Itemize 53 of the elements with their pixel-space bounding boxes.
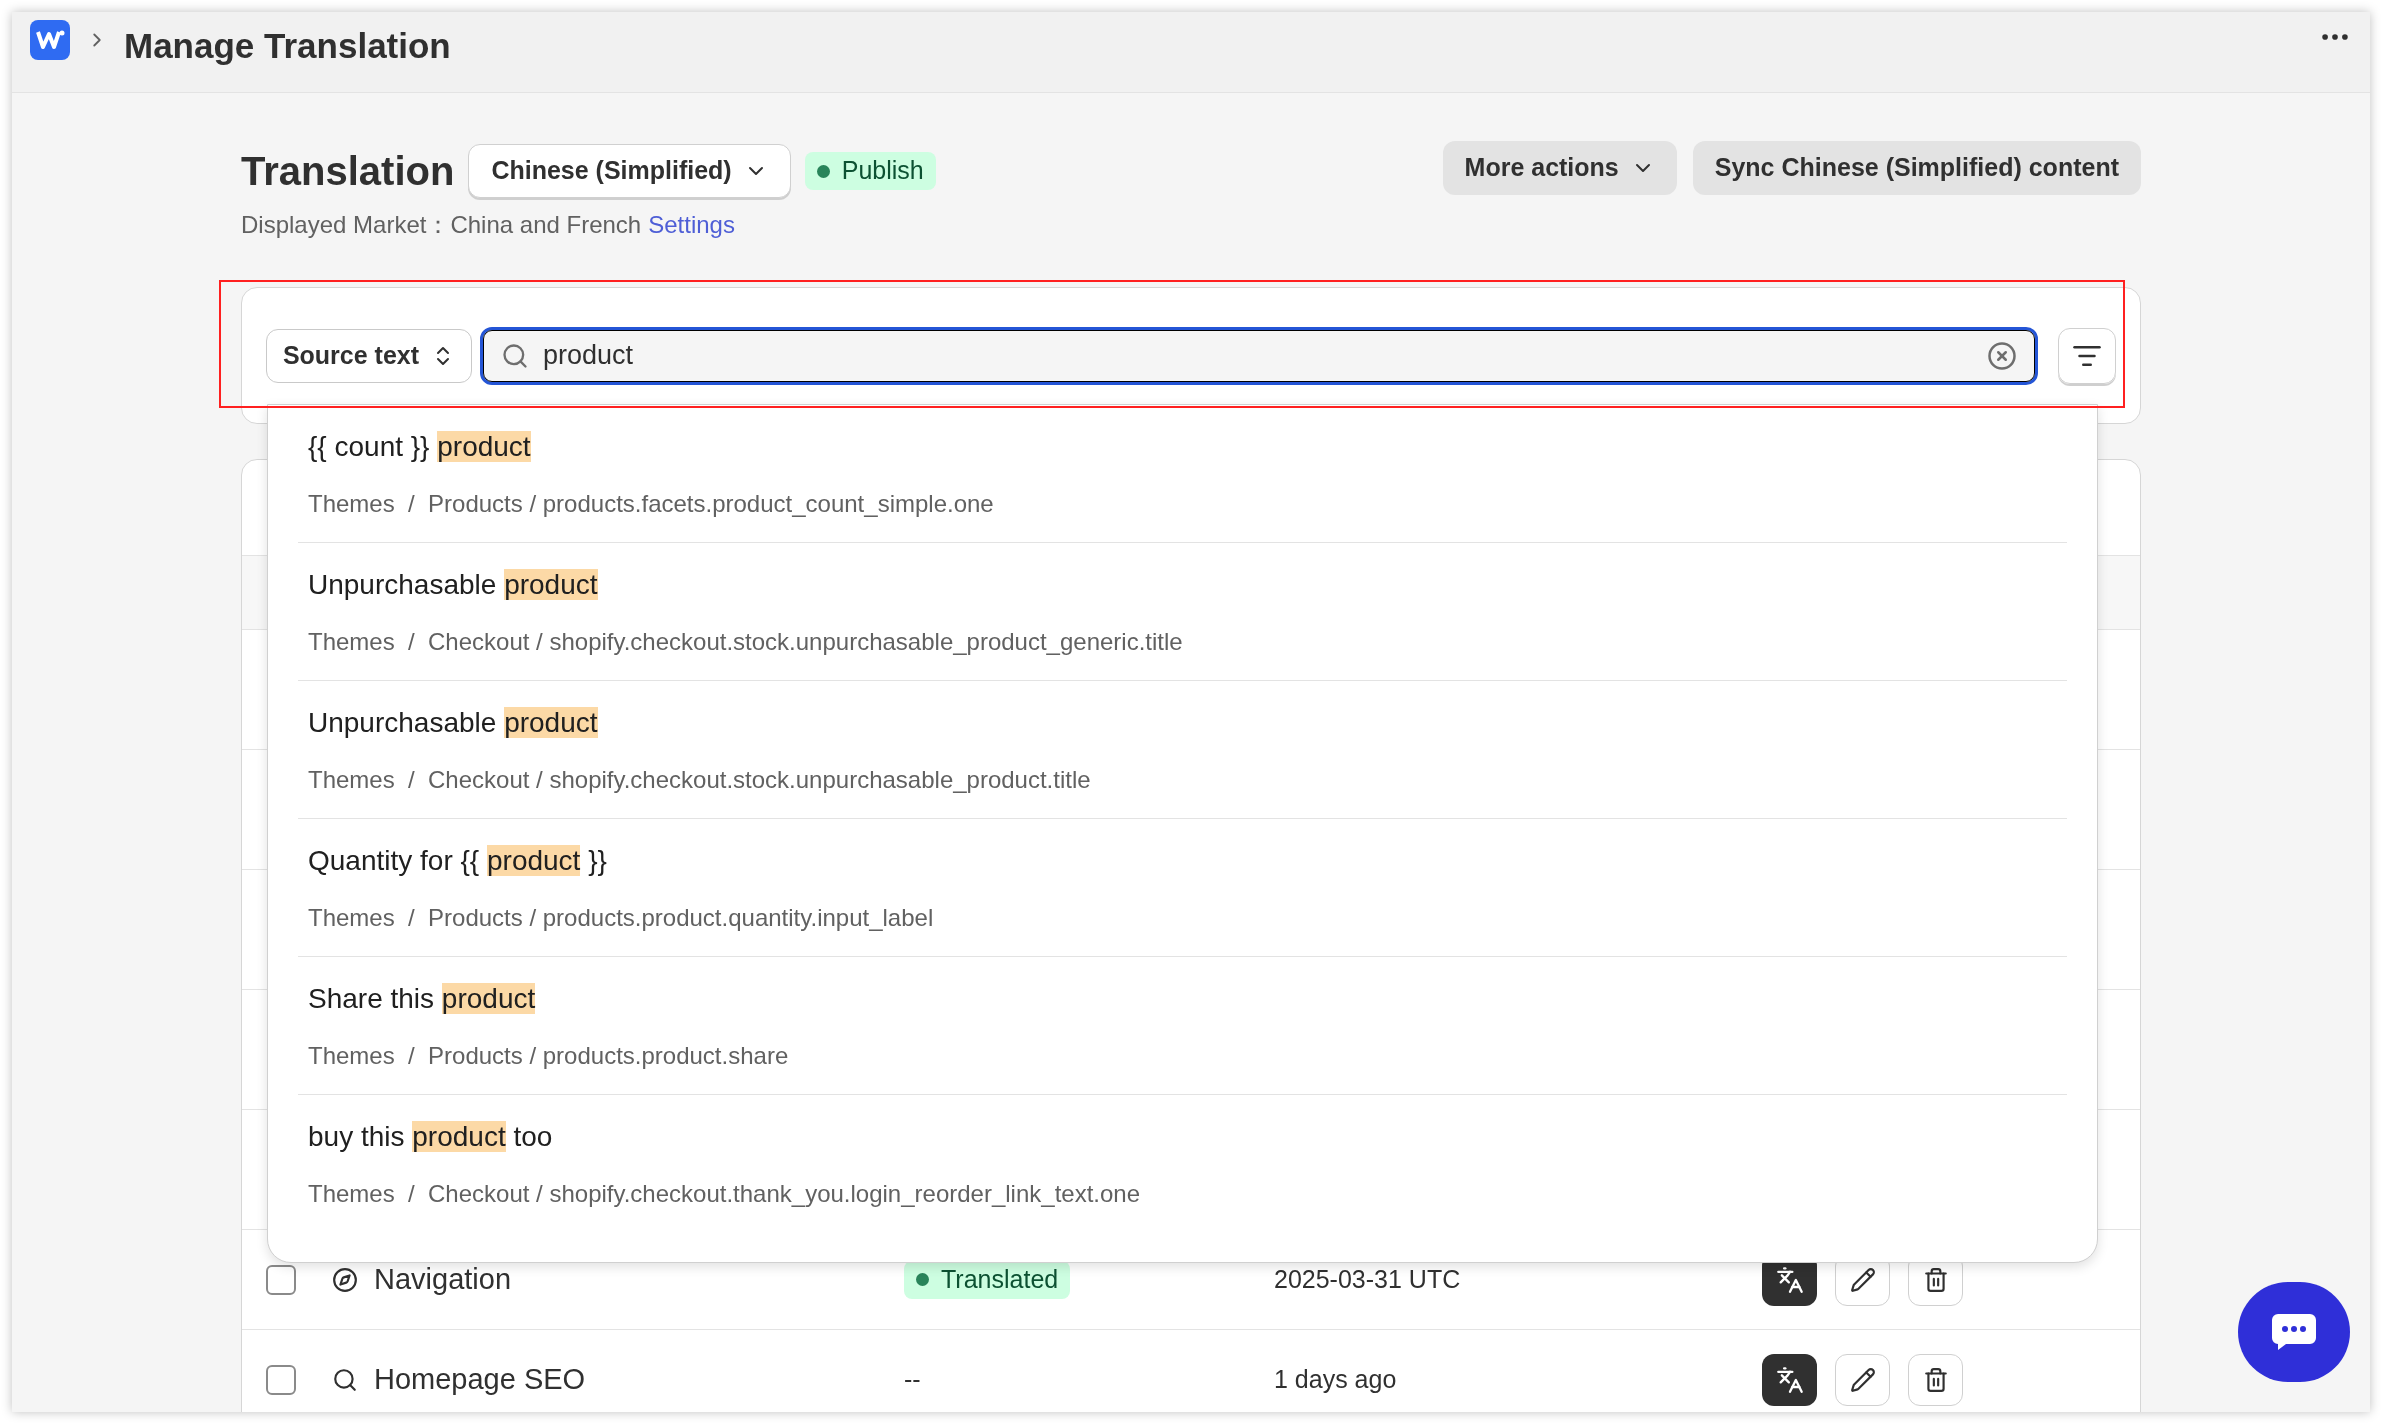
suggestion-item[interactable]: {{ count }} product Themes / Products / products.facets.product_count_simple.one — [298, 405, 2067, 543]
language-select[interactable]: Chinese (Simplified) — [468, 144, 791, 198]
edit-button[interactable] — [1835, 1353, 1890, 1406]
row-name: Homepage SEO — [374, 1361, 587, 1397]
chat-bubble-icon — [2270, 1312, 2318, 1352]
suggestion-item[interactable]: buy this product too Themes / Checkout / shopify.checkout.thank_you.login_reorder_link_text.one — [298, 1095, 2067, 1233]
translate-button[interactable] — [1762, 1353, 1817, 1406]
delete-button[interactable] — [1908, 1353, 1963, 1406]
pencil-icon — [1849, 1266, 1876, 1293]
trash-icon — [1922, 1266, 1949, 1293]
suggestion-path: Themes / Products / products.product.share — [308, 1040, 790, 1071]
row-checkbox[interactable] — [266, 1264, 296, 1295]
suggestion-item[interactable]: Share this product Themes / Products / products.product.share — [298, 957, 2067, 1095]
section-title: Translation — [241, 148, 455, 195]
suggestion-path: Themes / Checkout / shopify.checkout.stock.unpurchasable_product_generic.title — [308, 626, 1184, 657]
search-input[interactable]: product — [543, 335, 1973, 376]
suggestion-path: Themes / Products / products.product.quantity.input_label — [308, 902, 935, 933]
translate-icon — [1775, 1265, 1804, 1294]
row-checkbox[interactable] — [266, 1364, 296, 1395]
page-title: Manage Translation — [124, 25, 451, 67]
app-logo-icon — [30, 20, 70, 60]
suggestion-title: Quantity for {{ product }} — [308, 843, 608, 878]
filter-button[interactable] — [2058, 327, 2116, 384]
status-text: -- — [904, 1364, 921, 1393]
scope-select[interactable]: Source text — [266, 328, 472, 383]
clear-icon[interactable] — [1987, 340, 2017, 371]
row-date: 2025-03-31 UTC — [1274, 1263, 1462, 1295]
suggestion-item[interactable]: Quantity for {{ product }} Themes / Products / products.product.quantity.input_label — [298, 819, 2067, 957]
suggestion-path: Themes / Products / products.facets.product_count_simple.one — [308, 488, 995, 519]
row-date: 1 days ago — [1274, 1363, 1398, 1395]
suggestion-title: buy this product too — [308, 1120, 554, 1154]
status-badge: Publish — [804, 152, 936, 190]
suggestion-item[interactable]: Unpurchasable product Themes / Checkout / shopify.checkout.stock.unpurchasable_product.title — [298, 681, 2067, 819]
suggestion-title: {{ count }} product — [308, 429, 532, 464]
pencil-icon — [1849, 1366, 1876, 1393]
search-field[interactable]: product — [480, 326, 2038, 385]
search-icon — [501, 341, 529, 370]
translate-icon — [1775, 1365, 1804, 1394]
row-name: Navigation — [374, 1261, 513, 1297]
suggestion-title: Unpurchasable product — [308, 705, 599, 740]
compass-icon — [332, 1266, 358, 1293]
suggestion-path: Themes / Checkout / shopify.checkout.stock.unpurchasable_product.title — [308, 764, 1092, 795]
more-actions-button[interactable]: More actions — [1442, 141, 1677, 195]
trash-icon — [1922, 1366, 1949, 1393]
suggestion-title: Unpurchasable product — [308, 567, 599, 602]
suggestion-path: Themes / Checkout / shopify.checkout.thank_you.login_reorder_link_text.one — [308, 1179, 1142, 1209]
settings-link[interactable]: Settings — [648, 207, 735, 243]
sync-button[interactable]: Sync Chinese (Simplified) content — [1692, 141, 2141, 195]
market-label: Displayed Market： — [241, 210, 451, 240]
suggestion-item[interactable]: Unpurchasable product Themes / Checkout / shopify.checkout.stock.unpurchasable_product_generic.title — [298, 543, 2067, 681]
suggestion-title: Share this product — [308, 981, 537, 1016]
market-value: China and French — [450, 210, 642, 240]
search-icon — [332, 1366, 358, 1393]
